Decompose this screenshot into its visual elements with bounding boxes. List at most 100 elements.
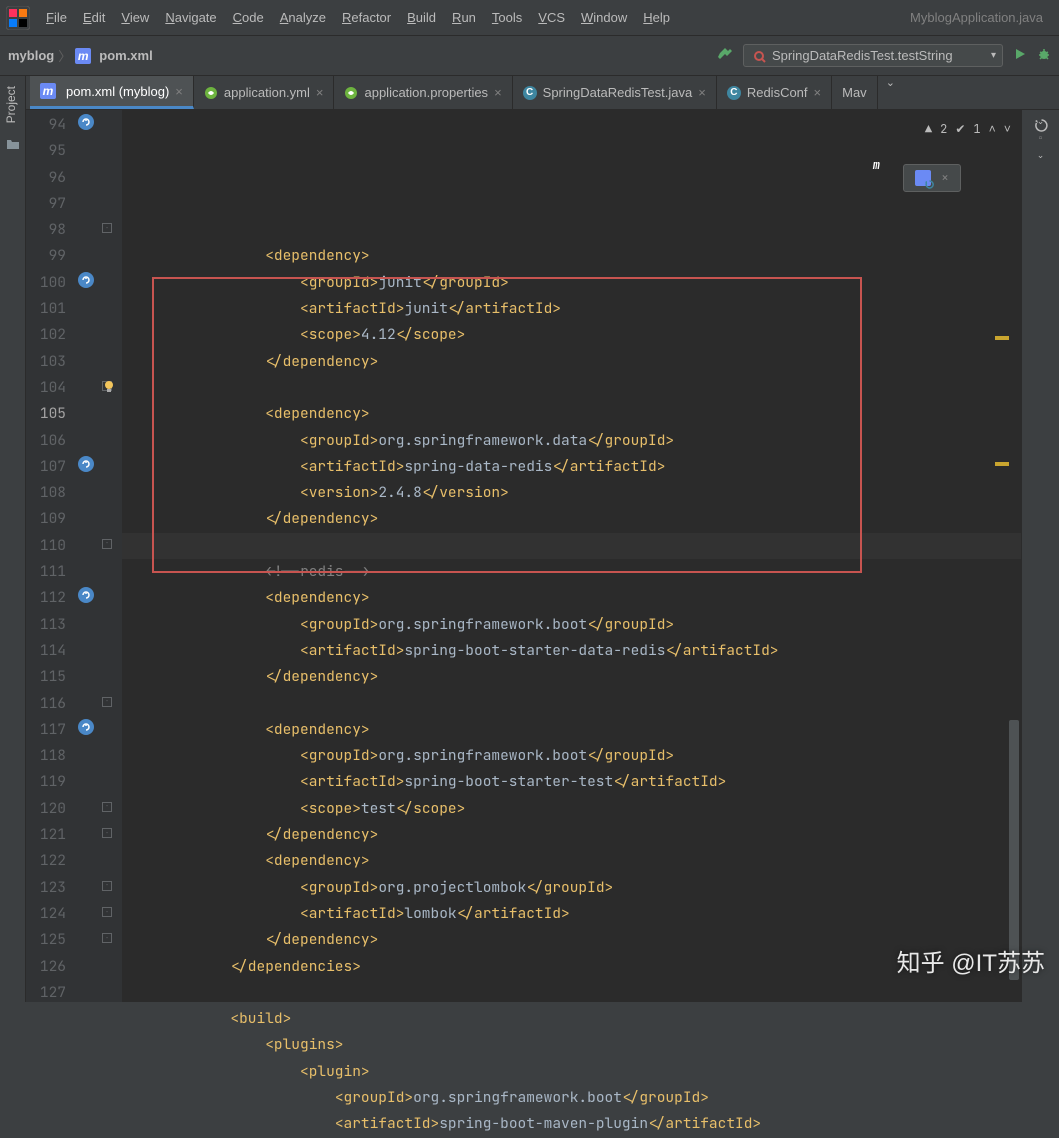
tab-application-yml[interactable]: application.yml×	[194, 76, 335, 109]
code-line[interactable]: <build>	[122, 1006, 1021, 1032]
maven-reload-popup[interactable]: m ×	[903, 164, 961, 192]
line-gutter[interactable]: 9495969798991001011021031041051061071081…	[26, 110, 74, 1002]
code-line[interactable]: <dependency>	[122, 585, 1021, 611]
code-line[interactable]: </dependency>	[122, 664, 1021, 690]
line-number[interactable]: 109	[26, 506, 66, 532]
code-area[interactable]: ▲ 2 ✔ 1 ˄ ˅ m × <dependency> <groupId>ju…	[122, 110, 1021, 1002]
code-line[interactable]: <plugin>	[122, 1059, 1021, 1085]
line-number[interactable]: 123	[26, 875, 66, 901]
line-number[interactable]: 121	[26, 822, 66, 848]
tab-redisconf[interactable]: CRedisConf×	[717, 76, 832, 109]
line-number[interactable]: 117	[26, 717, 66, 743]
fold-handle-icon[interactable]: -	[102, 802, 112, 812]
line-number[interactable]: 110	[26, 533, 66, 559]
fold-handle-icon[interactable]: -	[102, 828, 112, 838]
maven-dependency-icon[interactable]	[78, 272, 96, 290]
maven-dependency-icon[interactable]	[78, 456, 96, 474]
code-line[interactable]: <artifactId>spring-boot-starter-data-red…	[122, 638, 1021, 664]
code-line[interactable]: <groupId>org.springframework.boot</group…	[122, 1085, 1021, 1111]
code-line[interactable]: <artifactId>spring-boot-maven-plugin</ar…	[122, 1111, 1021, 1137]
line-number[interactable]: 119	[26, 769, 66, 795]
warning-marker[interactable]	[995, 336, 1009, 340]
build-icon[interactable]	[717, 45, 733, 66]
code-line[interactable]: <groupId>junit</groupId>	[122, 270, 1021, 296]
code-line[interactable]	[122, 980, 1021, 1006]
line-number[interactable]: 127	[26, 980, 66, 1006]
code-line[interactable]: </dependency>	[122, 506, 1021, 532]
close-icon[interactable]: ×	[814, 85, 822, 100]
code-line[interactable]: <dependency>	[122, 848, 1021, 874]
code-line[interactable]: <scope>4.12</scope>	[122, 322, 1021, 348]
code-line[interactable]: <artifactId>junit</artifactId>	[122, 296, 1021, 322]
maven-dependency-icon[interactable]	[78, 114, 96, 132]
menu-build[interactable]: Build	[399, 10, 444, 25]
line-number[interactable]: 126	[26, 954, 66, 980]
menu-refactor[interactable]: Refactor	[334, 10, 399, 25]
project-tool-button[interactable]: Project	[0, 76, 22, 133]
fold-handle-icon[interactable]: -	[102, 697, 112, 707]
code-line[interactable]	[122, 691, 1021, 717]
tab-mav[interactable]: Mav	[832, 76, 878, 109]
line-number[interactable]: 97	[26, 191, 66, 217]
menu-window[interactable]: Window	[573, 10, 635, 25]
scrollbar[interactable]	[1009, 110, 1019, 1002]
line-number[interactable]: 107	[26, 454, 66, 480]
line-number[interactable]: 101	[26, 296, 66, 322]
line-number[interactable]: 115	[26, 664, 66, 690]
line-number[interactable]: 99	[26, 243, 66, 269]
code-line[interactable]: <plugins>	[122, 1032, 1021, 1058]
code-line[interactable]: <!--redis-->	[122, 559, 1021, 585]
scroll-thumb[interactable]	[1009, 720, 1019, 980]
chevron-down-icon[interactable]: ⌄	[1037, 150, 1045, 161]
code-line[interactable]: </dependency>	[122, 349, 1021, 375]
menu-navigate[interactable]: Navigate	[157, 10, 224, 25]
menu-help[interactable]: Help	[635, 10, 678, 25]
menu-edit[interactable]: Edit	[75, 10, 113, 25]
debug-icon[interactable]	[1037, 47, 1051, 64]
code-line[interactable]: </dependency>	[122, 822, 1021, 848]
line-number[interactable]: 98	[26, 217, 66, 243]
maven-dependency-icon[interactable]	[78, 719, 96, 737]
tabs-overflow-icon[interactable]: ⌄	[878, 76, 903, 109]
line-number[interactable]: 125	[26, 927, 66, 953]
code-line[interactable]: <groupId>org.springframework.data</group…	[122, 428, 1021, 454]
code-line[interactable]: <artifactId>spring-boot-starter-test</ar…	[122, 769, 1021, 795]
line-number[interactable]: 102	[26, 322, 66, 348]
line-number[interactable]: 105	[26, 401, 66, 427]
line-number[interactable]: 95	[26, 138, 66, 164]
breadcrumb-file[interactable]: pom.xml	[99, 48, 152, 63]
code-line[interactable]	[122, 375, 1021, 401]
menu-analyze[interactable]: Analyze	[272, 10, 334, 25]
refresh-icon[interactable]	[1034, 118, 1049, 136]
code-line[interactable]: <version>2.4.8</version>	[122, 480, 1021, 506]
fold-handle-icon[interactable]: -	[102, 907, 112, 917]
run-icon[interactable]	[1013, 47, 1027, 64]
menu-tools[interactable]: Tools	[484, 10, 530, 25]
code-line[interactable]: <dependency>	[122, 717, 1021, 743]
line-number[interactable]: 114	[26, 638, 66, 664]
code-line[interactable]: <groupId>org.springframework.boot</group…	[122, 612, 1021, 638]
menu-code[interactable]: Code	[225, 10, 272, 25]
line-number[interactable]: 103	[26, 349, 66, 375]
menu-vcs[interactable]: VCS	[530, 10, 573, 25]
code-line[interactable]: <groupId>org.springframework.boot</group…	[122, 743, 1021, 769]
code-line[interactable]: <artifactId>lombok</artifactId>	[122, 901, 1021, 927]
close-icon[interactable]: ×	[175, 84, 183, 99]
line-number[interactable]: 100	[26, 270, 66, 296]
line-number[interactable]: 116	[26, 691, 66, 717]
menu-view[interactable]: View	[113, 10, 157, 25]
line-number[interactable]: 113	[26, 612, 66, 638]
intention-bulb-icon[interactable]	[102, 379, 116, 393]
menu-run[interactable]: Run	[444, 10, 484, 25]
line-number[interactable]: 120	[26, 796, 66, 822]
maven-dependency-icon[interactable]	[78, 587, 96, 605]
code-line[interactable]: <dependency>	[122, 401, 1021, 427]
menu-file[interactable]: File	[38, 10, 75, 25]
fold-handle-icon[interactable]: -	[102, 933, 112, 943]
line-number[interactable]: 124	[26, 901, 66, 927]
tab-application-properties[interactable]: application.properties×	[334, 76, 512, 109]
line-number[interactable]: 106	[26, 428, 66, 454]
line-number[interactable]: 96	[26, 165, 66, 191]
run-config-selector[interactable]: SpringDataRedisTest.testString	[743, 44, 1003, 67]
code-line[interactable]: <artifactId>spring-data-redis</artifactI…	[122, 454, 1021, 480]
